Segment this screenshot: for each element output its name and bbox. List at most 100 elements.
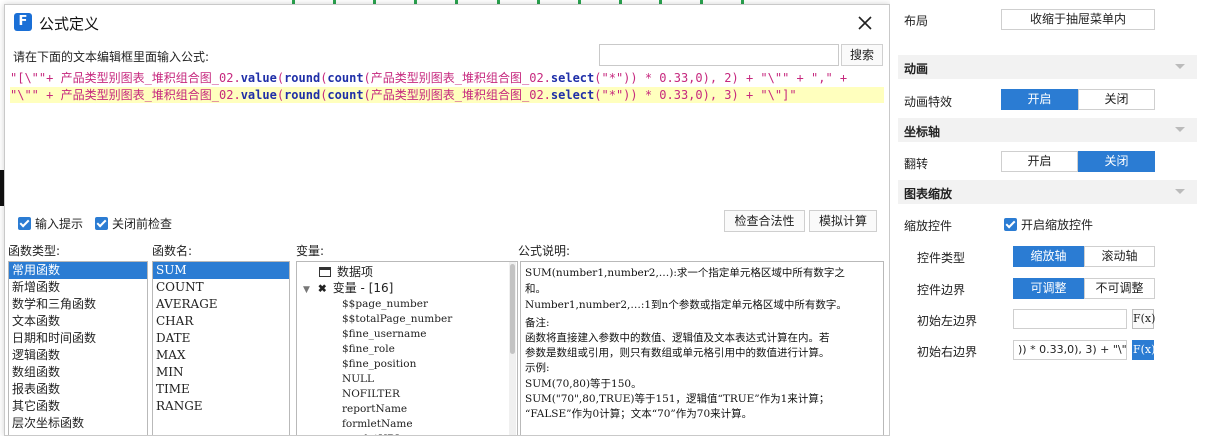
layout-select[interactable]: 收缩于抽屉菜单内 <box>1001 9 1155 30</box>
formula-token: round <box>284 71 321 85</box>
function-name-item[interactable]: MIN <box>153 364 289 381</box>
input-hint-label: 输入提示 <box>35 216 84 231</box>
variable-item[interactable]: NULL <box>342 372 374 387</box>
function-type-list[interactable]: 常用函数 新增函数 数学和三角函数 文本函数 日期和时间函数 逻辑函数 数组函数 报表函数 其它… <box>8 261 148 435</box>
control-border-label: 控件边界 <box>917 283 966 297</box>
formula-token: "[\""+ <box>10 71 61 85</box>
description-line: 参数是数组或引用，则只有数组或单元格引用中的数值进行计算。 <box>525 347 830 359</box>
initial-left-label: 初始左边界 <box>917 314 978 328</box>
zoom-control-label: 缩放控件 <box>904 219 953 233</box>
function-name-item[interactable]: SUM <box>153 262 289 279</box>
check-validity-button[interactable]: 检查合法性 <box>724 210 805 232</box>
section-axis[interactable]: 坐标轴 <box>898 118 1197 142</box>
description-line: 备注: <box>525 317 550 329</box>
collapse-icon <box>1175 189 1185 194</box>
border-fixed-button[interactable]: 不可调整 <box>1084 278 1155 299</box>
flip-on-button[interactable]: 开启 <box>1001 151 1078 172</box>
formula-token: "\"" + <box>10 88 61 102</box>
initial-left-input[interactable] <box>1013 309 1127 329</box>
variable-item[interactable]: formletName <box>342 417 413 432</box>
function-name-item[interactable]: AVERAGE <box>153 296 289 313</box>
input-hint-checkbox[interactable]: 输入提示 <box>18 215 83 231</box>
function-name-list[interactable]: SUM COUNT AVERAGE CHAR DATE MAX MIN TIME RANGE <box>152 261 290 435</box>
function-type-item[interactable]: 数组函数 <box>9 364 147 381</box>
variable-item[interactable]: $fine_username <box>342 327 427 342</box>
variables-label: 变量: <box>296 244 325 258</box>
enable-zoom-label: 开启缩放控件 <box>1021 217 1094 232</box>
function-type-item[interactable]: 报表函数 <box>9 381 147 398</box>
function-name-item[interactable]: TIME <box>153 381 289 398</box>
property-panel: 布局 收缩于抽屉菜单内 动画 动画特效 开启 关闭 坐标轴 翻转 开启 关闭 图… <box>890 0 1207 436</box>
flip-off-button[interactable]: 关闭 <box>1078 151 1155 172</box>
animation-on-button[interactable]: 开启 <box>1001 89 1078 110</box>
function-name-item[interactable]: CHAR <box>153 313 289 330</box>
variable-item[interactable]: $$page_number <box>342 297 428 312</box>
section-animation[interactable]: 动画 <box>898 55 1197 79</box>
initial-right-fx-button[interactable]: F(x) <box>1132 340 1155 360</box>
variable-item[interactable]: $fine_position <box>342 357 416 372</box>
function-name-item[interactable]: RANGE <box>153 398 289 415</box>
collapse-icon <box>1175 127 1185 132</box>
scroll-axis-button[interactable]: 滚动轴 <box>1084 246 1155 267</box>
function-type-item[interactable]: 数学和三角函数 <box>9 296 147 313</box>
formula-editor[interactable]: "[\""+ 产品类型别图表_堆积组合图_02.value(round(coun… <box>8 68 884 205</box>
formula-token: ( <box>363 88 371 102</box>
zoom-axis-button[interactable]: 缩放轴 <box>1013 246 1084 267</box>
function-type-label: 函数类型: <box>8 244 61 258</box>
description-panel: SUM(number1,number2,…):求一个指定单元格区域中所有数字之和… <box>520 261 884 435</box>
variable-item[interactable]: servletURL <box>342 432 402 435</box>
description-line: 函数将直接建入参数中的数值、逻辑值及文本表达式计算在内。若 <box>525 332 830 344</box>
dialog-titlebar: F 公式定义 <box>5 5 889 39</box>
function-type-item[interactable]: 日期和时间函数 <box>9 330 147 347</box>
search-button[interactable]: 搜索 <box>841 44 883 66</box>
function-name-item[interactable]: MAX <box>153 347 289 364</box>
editor-prompt: 请在下面的文本编辑框里面输入公式: <box>13 50 210 64</box>
layout-label: 布局 <box>904 14 929 28</box>
variables-tree[interactable]: 数据项 ▼ ✖ 变量 - [16] $$page_number $$totalPage… <box>296 261 518 435</box>
search-input[interactable] <box>599 44 839 66</box>
function-type-item[interactable]: 其它函数 <box>9 398 147 415</box>
data-item-node[interactable]: 数据项 <box>319 265 373 280</box>
check-before-close-label: 关闭前检查 <box>112 216 173 231</box>
dialog-title: 公式定义 <box>39 15 100 33</box>
function-name-item[interactable]: DATE <box>153 330 289 347</box>
section-chart-zoom[interactable]: 图表缩放 <box>898 180 1197 204</box>
description-label: 公式说明: <box>518 244 571 258</box>
app-logo-icon: F <box>14 13 32 31</box>
enable-zoom-checkbox[interactable]: 开启缩放控件 <box>1004 216 1093 232</box>
function-name-item[interactable]: COUNT <box>153 279 289 296</box>
description-line: SUM("70",80,TRUE)等于151，逻辑值“TRUE”作为1来计算； <box>525 393 830 405</box>
variable-item[interactable]: $fine_role <box>342 342 395 357</box>
close-button[interactable] <box>853 11 877 35</box>
formula-token: 产品类型别图表_堆积组合图_02. <box>370 71 551 85</box>
collapse-icon <box>1175 64 1185 69</box>
function-type-item[interactable]: 逻辑函数 <box>9 347 147 364</box>
formula-token: 产品类型别图表_堆积组合图_02. <box>60 88 241 102</box>
border-adjustable-button[interactable]: 可调整 <box>1013 278 1084 299</box>
variable-item[interactable]: NOFILTER <box>342 387 400 402</box>
formula-token: value <box>240 88 277 102</box>
check-before-close-checkbox[interactable]: 关闭前检查 <box>95 215 172 231</box>
function-type-item[interactable]: 常用函数 <box>9 262 147 279</box>
variables-group-node[interactable]: ▼ ✖ 变量 - [16] <box>303 281 393 296</box>
variables-scrollbar[interactable] <box>509 262 516 435</box>
formula-token: ( <box>363 71 371 85</box>
formula-line-2: "\"" + 产品类型别图表_堆积组合图_02.value(round(coun… <box>10 87 884 103</box>
animation-off-button[interactable]: 关闭 <box>1078 89 1155 110</box>
description-line: 示例: <box>525 362 550 374</box>
initial-left-fx-button[interactable]: F(x) <box>1132 309 1155 329</box>
chevron-down-icon: ▼ <box>303 285 310 295</box>
variable-item[interactable]: $$totalPage_number <box>342 312 452 327</box>
function-type-item[interactable]: 层次坐标函数 <box>9 415 147 432</box>
variable-item[interactable]: reportName <box>342 402 407 417</box>
initial-right-input[interactable]: )) * 0.33,0), 3) + "\"]" <box>1013 340 1127 360</box>
formula-line-1: "[\""+ 产品类型别图表_堆积组合图_02.value(round(coun… <box>10 70 884 86</box>
function-type-item[interactable]: 新增函数 <box>9 279 147 296</box>
simulate-calc-button[interactable]: 模拟计算 <box>809 210 877 232</box>
formula-token: select <box>550 71 595 85</box>
checkbox-checked-icon <box>1004 217 1017 231</box>
variable-icon: ✖ <box>317 283 327 295</box>
function-type-item[interactable]: 文本函数 <box>9 313 147 330</box>
description-line: Number1,number2,…:1到n个参数或指定单元格区域中所有数字。 <box>525 299 847 311</box>
function-name-label: 函数名: <box>152 244 193 258</box>
